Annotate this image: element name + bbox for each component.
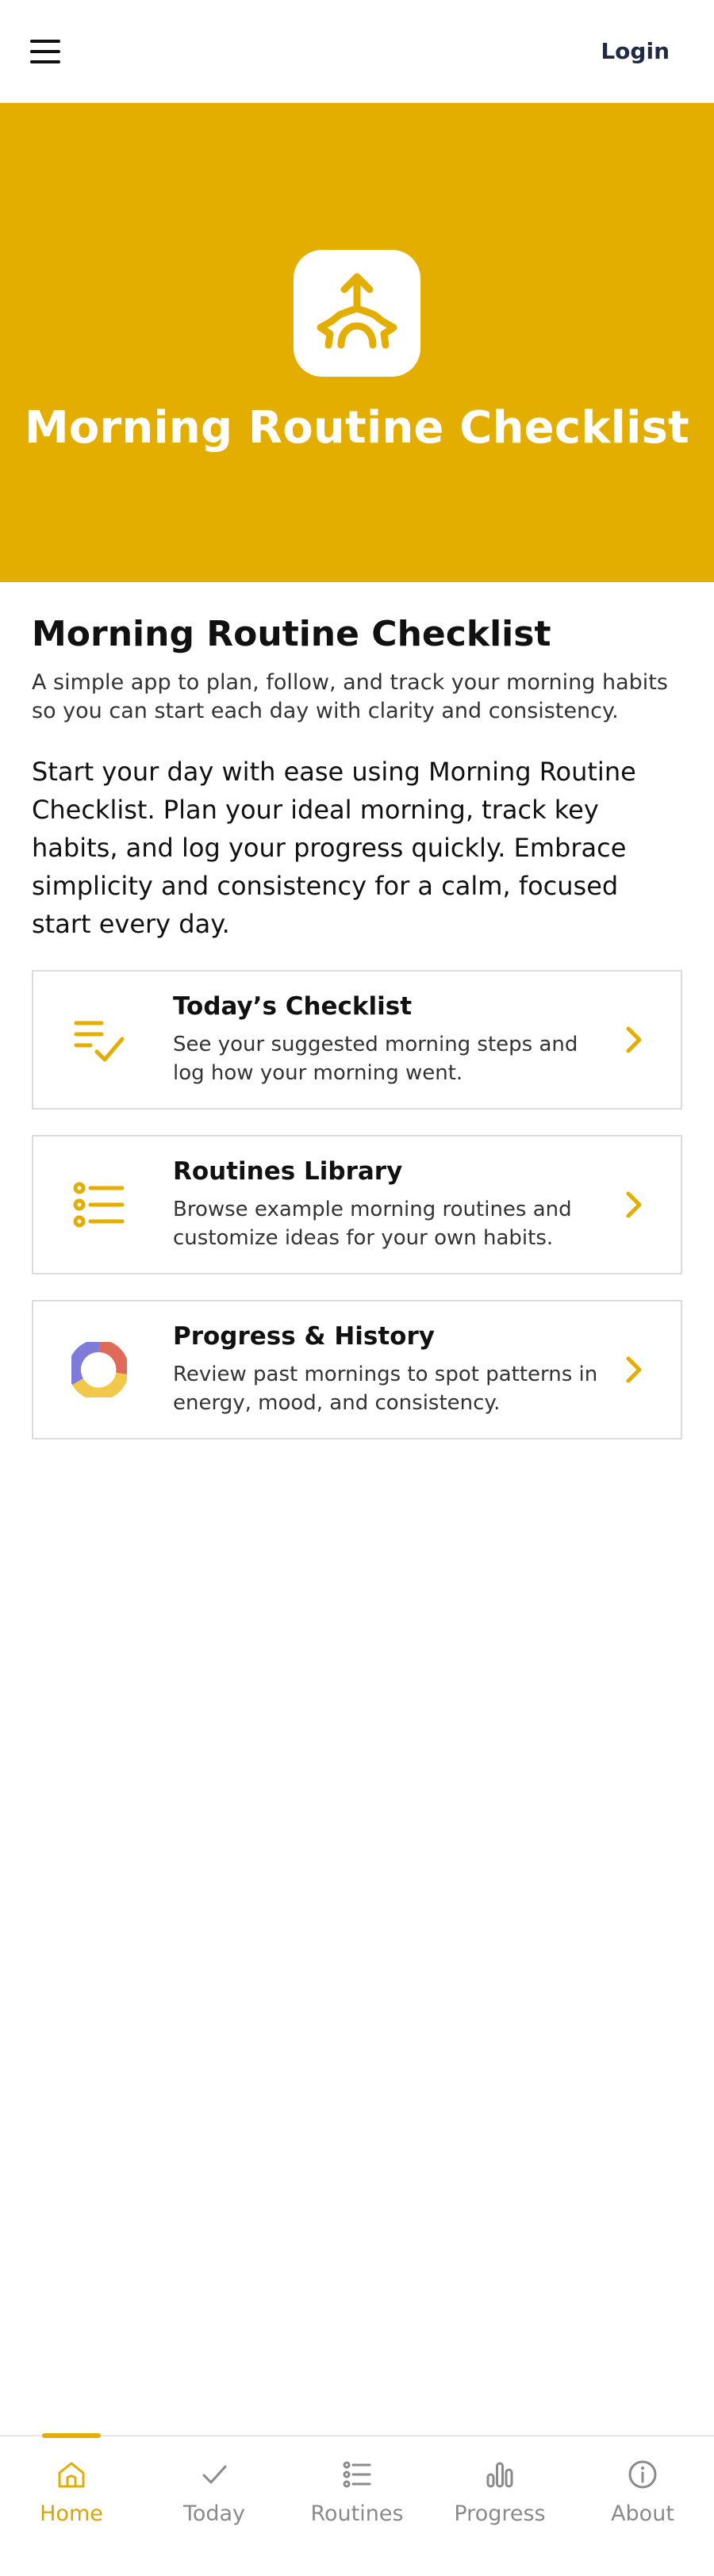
list-icon — [71, 1177, 127, 1232]
checklist-icon — [71, 1012, 127, 1068]
card-todays-checklist[interactable]: Today’s Checklist See your suggested mor… — [32, 970, 682, 1110]
main-content: Morning Routine Checklist A simple app t… — [32, 614, 682, 1465]
list-icon — [340, 2457, 374, 2492]
hero-title: Morning Routine Checklist — [25, 402, 689, 454]
page-subtitle: A simple app to plan, follow, and track … — [32, 670, 668, 723]
bar-chart-icon — [482, 2457, 517, 2492]
nav-label: Today — [182, 2501, 246, 2526]
nav-item-progress[interactable]: Progress — [428, 2436, 571, 2576]
card-text: Today’s Checklist See your suggested mor… — [173, 992, 601, 1087]
card-title: Today’s Checklist — [173, 992, 413, 1021]
hero-banner: Morning Routine Checklist — [0, 103, 714, 582]
sunrise-arrow-icon — [294, 250, 420, 377]
card-text: Progress & History Review past mornings … — [173, 1322, 601, 1417]
card-progress-history[interactable]: Progress & History Review past mornings … — [32, 1300, 682, 1439]
card-title: Progress & History — [173, 1322, 435, 1351]
chevron-right-icon — [626, 1356, 642, 1383]
card-title: Routines Library — [173, 1157, 403, 1186]
login-link[interactable]: Login — [601, 38, 670, 64]
donut-chart-icon — [71, 1342, 127, 1397]
bottom-navigation: Home Today Routines Progress About — [0, 2433, 714, 2576]
home-icon — [54, 2457, 89, 2492]
active-tab-indicator — [42, 2433, 101, 2438]
page-title: Morning Routine Checklist — [32, 614, 551, 654]
card-description: Review past mornings to spot patterns in… — [173, 1363, 598, 1415]
nav-item-home[interactable]: Home — [0, 2433, 143, 2576]
check-icon — [197, 2457, 232, 2492]
info-icon — [625, 2457, 660, 2492]
chevron-right-icon — [626, 1026, 642, 1053]
intro-paragraph: Start your day with ease using Morning R… — [32, 757, 636, 939]
hamburger-menu-icon[interactable] — [30, 39, 60, 63]
card-routines-library[interactable]: Routines Library Browse example morning … — [32, 1135, 682, 1275]
card-text: Routines Library Browse example morning … — [173, 1157, 601, 1252]
feature-cards: Today’s Checklist See your suggested mor… — [32, 970, 682, 1439]
card-description: See your suggested morning steps and log… — [173, 1033, 578, 1085]
nav-item-today[interactable]: Today — [143, 2436, 286, 2576]
nav-label: About — [611, 2501, 674, 2526]
nav-item-about[interactable]: About — [571, 2436, 714, 2576]
nav-label: Home — [40, 2501, 103, 2526]
top-bar: Login — [0, 0, 714, 103]
nav-label: Routines — [310, 2501, 404, 2526]
nav-item-routines[interactable]: Routines — [286, 2436, 428, 2576]
chevron-right-icon — [626, 1191, 642, 1218]
card-description: Browse example morning routines and cust… — [173, 1198, 572, 1250]
nav-label: Progress — [454, 2501, 546, 2526]
